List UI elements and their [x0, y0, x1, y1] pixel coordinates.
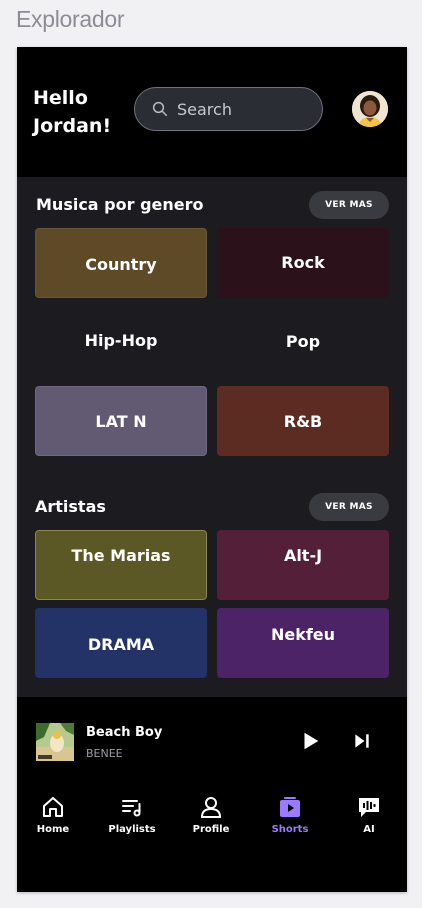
nav-item-playlists[interactable]: Playlists [97, 795, 167, 835]
genre-tile-hiphop[interactable]: Hip-Hop [35, 308, 207, 378]
artist-tile-the-marias[interactable]: The Marias [35, 530, 207, 600]
genre-tile-country[interactable]: Country [35, 228, 207, 298]
nav-item-home[interactable]: Home [18, 795, 88, 835]
greeting-text: Hello Jordan! [33, 87, 112, 137]
artist-label: Alt-J [283, 546, 323, 565]
search-bar[interactable] [134, 87, 323, 131]
nav-label: Home [36, 824, 70, 835]
genre-tile-rnb[interactable]: R&B [217, 386, 389, 456]
genres-more-button[interactable]: VER MAS [309, 191, 389, 219]
skip-next-icon [355, 734, 369, 748]
genre-label: Rock [281, 252, 325, 272]
ai-chat-icon [359, 798, 379, 817]
search-icon [152, 101, 168, 117]
frame-title: Explorador [16, 6, 125, 32]
album-cover [36, 723, 74, 761]
nav-label: Playlists [108, 824, 156, 835]
mini-player[interactable]: Beach Boy BENEE [17, 697, 407, 787]
artist-label: Nekfeu [270, 625, 336, 644]
artists-title: Artistas [35, 497, 106, 516]
track-title: Beach Boy [86, 725, 163, 740]
nav-item-profile[interactable]: Profile [176, 795, 246, 835]
playlist-icon [122, 800, 141, 817]
play-icon [304, 732, 319, 750]
artist-tile-drama[interactable]: DRAMA [35, 608, 207, 678]
artist-label: The Marias [71, 546, 171, 565]
genre-label: Pop [285, 331, 321, 351]
nav-item-ai[interactable]: AI [334, 795, 404, 835]
genre-tile-rock[interactable]: Rock [217, 228, 389, 298]
artist-tile-nekfeu[interactable]: Nekfeu [217, 608, 389, 678]
nav-label: Shorts [271, 824, 309, 835]
genre-label: LAT N [95, 411, 147, 431]
genres-title: Musica por genero [36, 195, 204, 214]
explore-content: Musica por genero VER MAS Country Rock H… [17, 177, 407, 697]
bottom-nav: Home Playlists Profile Shorts AI [17, 787, 407, 892]
avatar[interactable] [352, 91, 388, 127]
genre-tile-pop[interactable]: Pop [217, 308, 389, 378]
shorts-icon [280, 797, 300, 817]
nav-label: Profile [192, 824, 230, 835]
avatar-image [352, 91, 388, 127]
artist-tile-alt-j[interactable]: Alt-J [217, 530, 389, 600]
home-icon [43, 797, 63, 817]
nav-item-shorts[interactable]: Shorts [255, 795, 325, 835]
artist-label: DRAMA [87, 635, 155, 654]
play-button[interactable] [297, 728, 323, 754]
track-artist: BENEE [86, 747, 123, 760]
app-screen: Hello Jordan! Musica por genero VER MAS … [17, 47, 407, 892]
genre-label: R&B [283, 411, 323, 431]
search-input[interactable] [177, 99, 317, 119]
nav-label: AI [363, 824, 375, 835]
profile-icon [200, 797, 222, 818]
genre-tile-latin[interactable]: LAT N [35, 386, 207, 456]
artists-more-button[interactable]: VER MAS [309, 493, 389, 521]
genre-label: Hip-Hop [84, 330, 158, 350]
skip-next-button[interactable] [349, 728, 375, 754]
header: Hello Jordan! [17, 47, 407, 177]
genre-label: Country [85, 254, 157, 274]
